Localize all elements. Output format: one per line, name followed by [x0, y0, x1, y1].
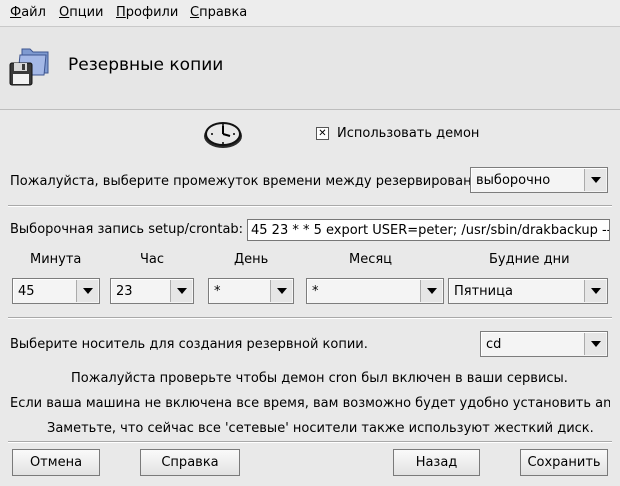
separator: [8, 441, 612, 443]
interval-select[interactable]: выборочно: [470, 167, 608, 193]
crontab-input[interactable]: 45 23 * * 5 export USER=peter; /usr/sbin…: [247, 219, 610, 241]
menu-profiles[interactable]: Профили: [116, 5, 178, 20]
use-daemon-checkbox[interactable]: ✕: [316, 127, 329, 140]
menu-bar: Файл Опции Профили Справка: [0, 0, 620, 27]
media-select[interactable]: cd: [480, 331, 608, 357]
page-title: Резервные копии: [68, 55, 224, 75]
header-banner: Резервные копии: [0, 27, 620, 110]
backup-floppy-icon: [9, 48, 49, 86]
interval-value: выборочно: [476, 173, 551, 188]
note-anacron: Если ваша машина не включена все время, …: [10, 396, 610, 411]
menu-help[interactable]: Справка: [190, 5, 247, 20]
weekday-label: Будние дни: [489, 252, 570, 267]
chevron-down-icon: [584, 333, 606, 355]
chevron-down-icon: [584, 280, 606, 302]
help-button[interactable]: Справка: [140, 449, 240, 476]
separator: [8, 205, 612, 207]
minute-select[interactable]: 45: [12, 278, 100, 304]
day-select[interactable]: *: [208, 278, 294, 304]
hour-label: Час: [140, 252, 165, 267]
note-cron: Пожалуйста проверьте чтобы демон cron бы…: [71, 371, 568, 386]
media-label: Выберите носитель для создания резервной…: [10, 337, 368, 352]
crontab-label: Выборочная запись setup/crontab:: [10, 222, 244, 237]
chevron-down-icon: [170, 280, 192, 302]
day-value: *: [214, 284, 221, 299]
chevron-down-icon: [76, 280, 98, 302]
minute-value: 45: [18, 284, 35, 299]
clock-icon: [204, 122, 242, 148]
menu-options[interactable]: Опции: [59, 5, 103, 20]
chevron-down-icon: [584, 169, 606, 191]
minute-label: Минута: [30, 252, 82, 267]
separator: [8, 317, 612, 319]
month-label: Месяц: [349, 252, 393, 267]
use-daemon-label: Использовать демон: [337, 126, 480, 141]
day-label: День: [234, 252, 269, 267]
save-button[interactable]: Сохранить: [520, 449, 608, 476]
note-network: Заметьте, что сейчас все 'сетевые' носит…: [47, 421, 594, 436]
chevron-down-icon: [420, 280, 442, 302]
chevron-down-icon: [270, 280, 292, 302]
weekday-value: Пятница: [454, 284, 513, 299]
hour-select[interactable]: 23: [110, 278, 194, 304]
interval-label: Пожалуйста, выберите промежуток времени …: [10, 174, 488, 189]
hour-value: 23: [116, 284, 133, 299]
media-value: cd: [486, 337, 502, 352]
month-select[interactable]: *: [306, 278, 444, 304]
menu-file[interactable]: Файл: [10, 5, 46, 20]
back-button[interactable]: Назад: [393, 449, 480, 476]
crontab-value: 45 23 * * 5 export USER=peter; /usr/sbin…: [251, 223, 610, 238]
note-anacron-clip: Если ваша машина не включена все время, …: [10, 396, 610, 414]
weekday-select[interactable]: Пятница: [448, 278, 608, 304]
month-value: *: [312, 284, 319, 299]
cancel-button[interactable]: Отмена: [12, 449, 100, 476]
